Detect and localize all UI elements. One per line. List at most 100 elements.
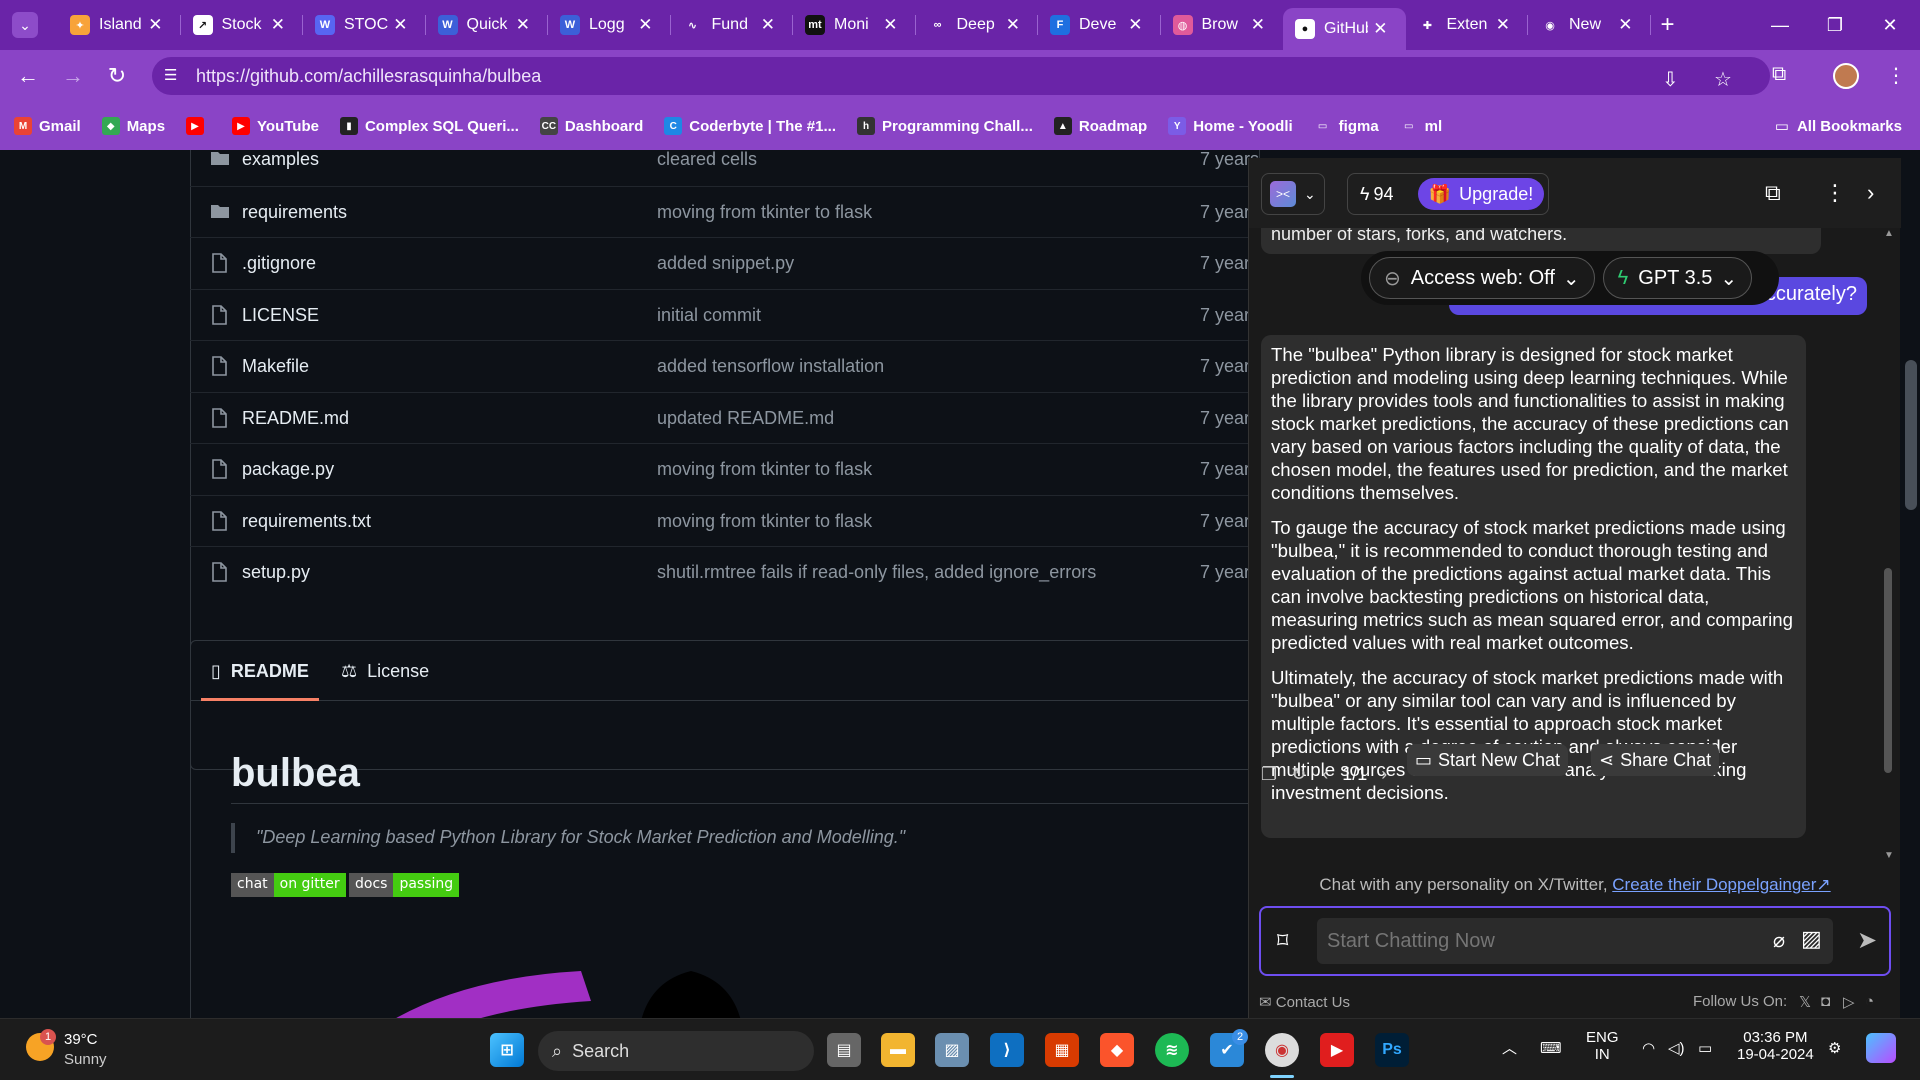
file-name-link[interactable]: Makefile	[242, 356, 309, 377]
chat-input[interactable]	[1317, 918, 1833, 964]
browser-tab[interactable]: ✚ Exten ✕	[1406, 0, 1528, 50]
bookmark-item[interactable]: ▶ YouTube	[232, 117, 319, 135]
bookmark-item[interactable]: ▮ Complex SQL Queri...	[339, 117, 519, 135]
browser-tab[interactable]: ∞ Deep ✕	[916, 0, 1038, 50]
battery-icon[interactable]: ▭	[1698, 1039, 1712, 1057]
browser-tab[interactable]: ◉ New ✕	[1528, 0, 1651, 50]
page-scrollbar-thumb[interactable]	[1905, 360, 1917, 510]
file-name-link[interactable]: package.py	[242, 459, 334, 480]
access-web-toggle[interactable]: ⊖ Access web: Off ⌄	[1369, 257, 1595, 299]
file-name-link[interactable]: requirements.txt	[242, 511, 371, 532]
model-selector[interactable]: ϟ GPT 3.5 ⌄	[1602, 257, 1753, 299]
commit-message-link[interactable]: moving from tkinter to flask	[657, 511, 872, 532]
chevron-left-icon[interactable]: ‹	[1322, 764, 1328, 785]
forward-button[interactable]: →	[60, 63, 86, 89]
wifi-icon[interactable]: ◠	[1642, 1039, 1655, 1057]
back-button[interactable]: ←	[15, 63, 41, 89]
scroll-up-icon[interactable]: ▲	[1884, 228, 1894, 239]
close-tab-icon[interactable]: ✕	[638, 15, 652, 35]
store-icon[interactable]: ▦	[1045, 1033, 1079, 1067]
reload-button[interactable]: ↻	[104, 63, 130, 89]
close-tab-icon[interactable]: ✕	[393, 15, 407, 35]
chevron-up-icon[interactable]: ︿	[1502, 1037, 1517, 1058]
gitter-badge[interactable]: chat on gitter	[231, 873, 346, 897]
x-icon[interactable]: 𝕏	[1799, 993, 1811, 1011]
commit-message-link[interactable]: initial commit	[657, 305, 761, 326]
commit-message-link[interactable]: moving from tkinter to flask	[657, 459, 872, 480]
commit-message-link[interactable]: moving from tkinter to flask	[657, 202, 872, 223]
bookmark-item[interactable]: ▭ ml	[1400, 117, 1442, 135]
commit-message-link[interactable]: shutil.rmtree fails if read-only files, …	[657, 562, 1096, 583]
site-info-icon[interactable]: ☰	[164, 66, 184, 86]
close-tab-icon[interactable]: ✕	[883, 15, 897, 35]
file-row[interactable]: .gitignore added snippet.py 7 years	[190, 237, 1260, 288]
file-row[interactable]: requirements.txt moving from tkinter to f…	[190, 494, 1260, 546]
bookmark-item[interactable]: M Gmail	[14, 117, 81, 135]
file-row[interactable]: examples cleared cells 7 years	[190, 150, 1260, 185]
taskbar-search[interactable]: ⌕ Search	[538, 1031, 814, 1071]
file-row[interactable]: README.md updated README.md 7 years	[190, 391, 1260, 443]
file-explorer-icon[interactable]: ▬	[881, 1033, 915, 1067]
language-indicator[interactable]: ENG IN	[1586, 1029, 1619, 1063]
all-bookmarks-button[interactable]: ▭ All Bookmarks	[1775, 117, 1902, 136]
file-row[interactable]: Makefile added tensorflow installation 7 y…	[190, 340, 1260, 391]
new-tab-button[interactable]: +	[1661, 11, 1675, 39]
file-name-link[interactable]: README.md	[242, 408, 349, 429]
browser-tab[interactable]: mt Moni ✕	[793, 0, 916, 50]
chevron-right-icon[interactable]: ›	[1867, 180, 1874, 206]
scroll-down-icon[interactable]: ▼	[1884, 850, 1894, 861]
image-icon[interactable]: ▨	[1801, 926, 1822, 952]
browser-tab[interactable]: ↗ Stock ✕	[181, 0, 303, 50]
url-text[interactable]: https://github.com/achillesrasquinha/bul…	[196, 66, 541, 87]
popout-icon[interactable]: ⧉	[1765, 180, 1781, 206]
browser-tab[interactable]: ∿ Fund ✕	[671, 0, 793, 50]
browser-tab[interactable]: ● GitHub ✕	[1283, 8, 1406, 50]
extensions-icon[interactable]: ⧉	[1772, 63, 1786, 86]
file-row[interactable]: LICENSE initial commit 7 years	[190, 288, 1260, 340]
close-tab-icon[interactable]: ✕	[1128, 15, 1142, 35]
close-tab-icon[interactable]: ✕	[1251, 15, 1265, 35]
close-tab-icon[interactable]: ✕	[148, 15, 162, 35]
close-tab-icon[interactable]: ✕	[1496, 15, 1510, 35]
tab-search-button[interactable]: ⌄	[12, 12, 38, 38]
page-scrollbar[interactable]	[1902, 150, 1920, 1018]
browser-tab[interactable]: ◍ Brow ✕	[1161, 0, 1284, 50]
close-window-button[interactable]: ✕	[1860, 0, 1920, 50]
attach-icon[interactable]: ⌀	[1773, 928, 1785, 953]
browser-tab[interactable]: W Quick ✕	[426, 0, 548, 50]
profile-avatar[interactable]	[1833, 63, 1859, 89]
commit-message-link[interactable]: cleared cells	[657, 150, 757, 170]
close-tab-icon[interactable]: ✕	[1618, 15, 1632, 35]
commit-message-link[interactable]: added snippet.py	[657, 253, 794, 274]
bookmark-item[interactable]: ▲ Roadmap	[1053, 117, 1147, 135]
browser-tab[interactable]: F Deve ✕	[1038, 0, 1161, 50]
file-name-link[interactable]: examples	[242, 150, 319, 170]
file-name-link[interactable]: requirements	[242, 202, 347, 223]
browser-tab[interactable]: W STOC ✕	[303, 0, 426, 50]
photoshop-icon[interactable]: Ps	[1375, 1033, 1409, 1067]
close-tab-icon[interactable]: ✕	[1006, 15, 1020, 35]
file-name-link[interactable]: setup.py	[242, 562, 310, 583]
file-row[interactable]: setup.py shutil.rmtree fails if read-only…	[190, 546, 1260, 597]
file-name-link[interactable]: LICENSE	[242, 305, 319, 326]
brave-icon[interactable]: ◆	[1100, 1033, 1134, 1067]
task-view-icon[interactable]: ▤	[827, 1033, 861, 1067]
persona-selector[interactable]: >< ⌄	[1261, 173, 1325, 215]
browser-tab[interactable]: ✦ Island ✕	[58, 0, 181, 50]
menu-kebab-icon[interactable]: ⋮	[1886, 63, 1906, 88]
close-tab-icon[interactable]: ✕	[1373, 19, 1387, 39]
more-options-icon[interactable]: ⋮	[1824, 180, 1846, 206]
notifications-icon[interactable]: ⚙	[1828, 1039, 1841, 1057]
close-tab-icon[interactable]: ✕	[761, 15, 775, 35]
close-tab-icon[interactable]: ✕	[516, 15, 530, 35]
bookmark-item[interactable]: h Programming Chall...	[857, 117, 1033, 135]
minimize-button[interactable]: —	[1750, 0, 1810, 50]
file-row[interactable]: requirements moving from tkinter to flask…	[190, 185, 1260, 237]
prompt-library-icon[interactable]: ⌑	[1277, 928, 1288, 954]
maximize-button[interactable]: ❐	[1805, 0, 1865, 50]
chrome-icon[interactable]: ◉	[1265, 1033, 1299, 1067]
keyboard-icon[interactable]: ⌨	[1540, 1039, 1562, 1057]
scrollbar-thumb[interactable]	[1884, 568, 1892, 773]
upgrade-button[interactable]: 🎁 Upgrade!	[1418, 178, 1544, 210]
chevron-right-icon[interactable]: ›	[1381, 764, 1387, 785]
